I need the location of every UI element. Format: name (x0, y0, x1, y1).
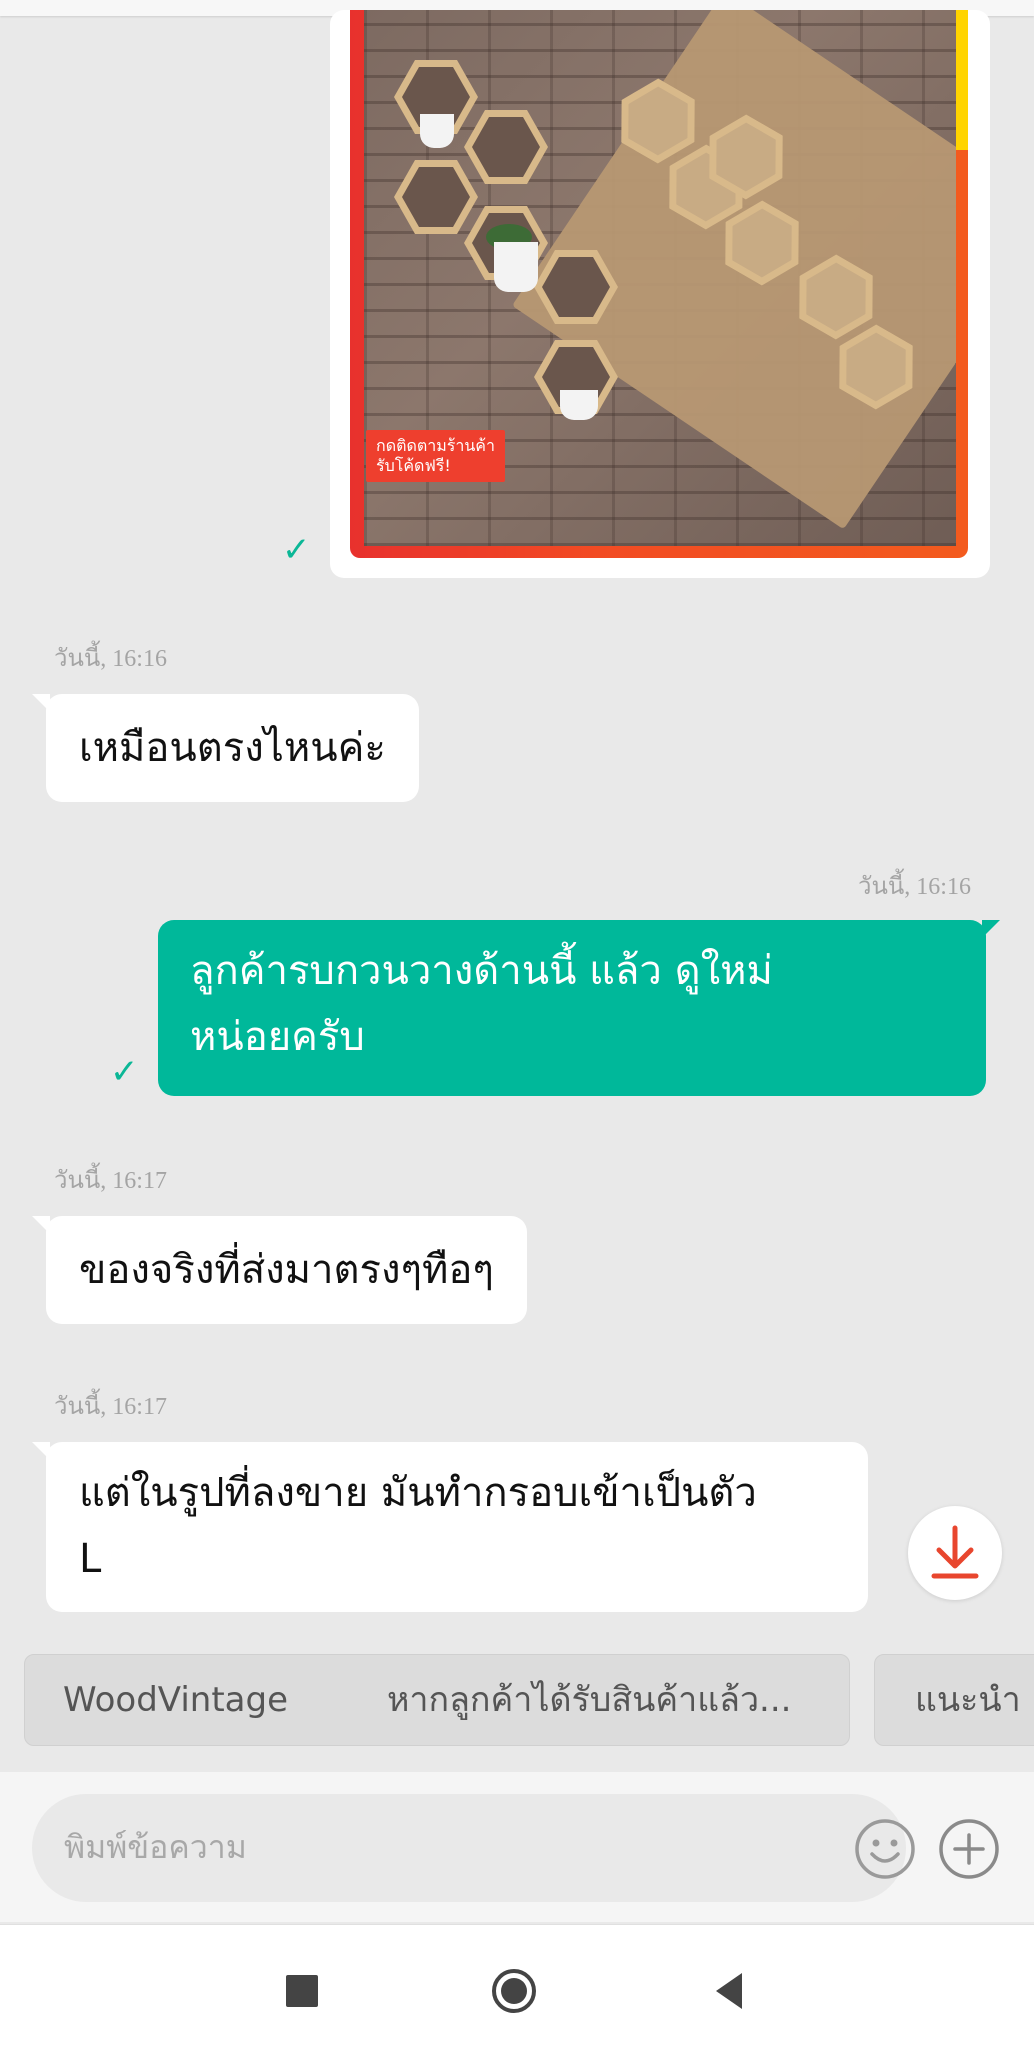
outgoing-message[interactable]: ลูกค้ารบกวนวางด้านนี้ แล้ว ดูใหม่ หน่อยค… (158, 920, 1000, 1096)
promo-line-2: รับโค้ดฟรี! (376, 456, 451, 475)
download-button[interactable] (908, 1506, 1002, 1600)
quick-reply-chip[interactable]: WoodVintage หากลูกค้าได้รับสินค้าแล้ว... (24, 1654, 850, 1746)
home-icon (492, 1969, 536, 2013)
incoming-message[interactable]: แต่ในรูปที่ลงขาย มันทำกรอบเข้าเป็นตัว L (32, 1442, 868, 1612)
message-text-line-2: หน่อยครับ (190, 1014, 365, 1060)
product-image[interactable]: กดติดตามร้านค้า รับโค้ดฟรี! (350, 10, 968, 558)
incoming-message[interactable]: เหมือนตรงไหนค่ะ (32, 694, 419, 802)
message-text-line-1: ลูกค้ารบกวนวางด้านนี้ แล้ว ดูใหม่ (190, 948, 773, 994)
quick-reply-chip[interactable]: แนะนำ (874, 1654, 1034, 1746)
add-attachment-button[interactable] (938, 1818, 999, 1879)
recents-button[interactable] (278, 1967, 326, 2015)
promo-line-1: กดติดตามร้านค้า (376, 436, 495, 455)
home-button[interactable] (490, 1967, 538, 2015)
quick-reply-title: WoodVintage (63, 1680, 288, 1720)
download-icon (931, 1525, 979, 1579)
message-text: ของจริงที่ส่งมาตรงๆทือๆ (79, 1247, 494, 1293)
incoming-message[interactable]: ของจริงที่ส่งมาตรงๆทือๆ (32, 1216, 527, 1324)
quick-reply-preview: หากลูกค้าได้รับสินค้าแล้ว... (387, 1680, 792, 1720)
check-icon: ✓ (110, 1052, 139, 1092)
plus-icon (939, 1819, 999, 1879)
recents-icon (286, 1975, 318, 2007)
promo-tag: กดติดตามร้านค้า รับโค้ดฟรี! (366, 430, 505, 482)
message-time: วันนี้, 16:16 (858, 874, 971, 900)
emoji-button[interactable] (854, 1818, 915, 1879)
check-icon: ✓ (282, 530, 311, 570)
accent-strip (956, 10, 968, 150)
product-photo: กดติดตามร้านค้า รับโค้ดฟรี! (364, 10, 956, 546)
message-text-line-1: แต่ในรูปที่ลงขาย มันทำกรอบเข้าเป็นตัว (79, 1470, 757, 1516)
message-text-line-2: L (79, 1536, 102, 1582)
input-placeholder: พิมพ์ข้อความ (64, 1828, 247, 1866)
system-nav-bar (0, 1924, 1034, 2049)
emoji-icon (855, 1819, 915, 1879)
image-message[interactable]: กดติดตามร้านค้า รับโค้ดฟรี! (330, 10, 990, 578)
message-time: วันนี้, 16:16 (54, 646, 167, 672)
back-icon (716, 1973, 742, 2009)
message-time: วันนี้, 16:17 (54, 1394, 167, 1420)
message-text: เหมือนตรงไหนค่ะ (79, 725, 386, 771)
message-composer: พิมพ์ข้อความ (0, 1772, 1034, 1922)
message-input[interactable]: พิมพ์ข้อความ (32, 1794, 915, 1902)
back-button[interactable] (706, 1967, 754, 2015)
message-time: วันนี้, 16:17 (54, 1168, 167, 1194)
quick-reply-title: แนะนำ (915, 1680, 1021, 1720)
